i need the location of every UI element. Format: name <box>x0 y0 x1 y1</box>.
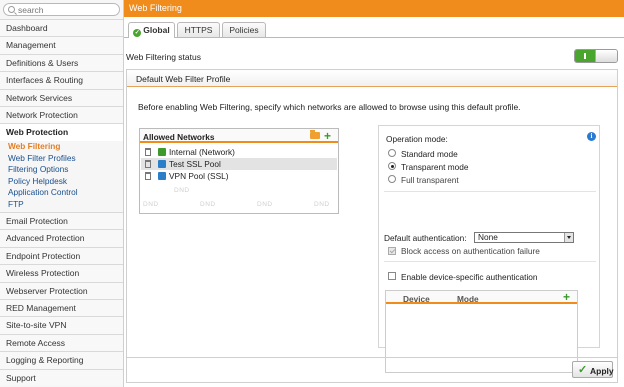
sidebar-item-logging-reporting[interactable]: Logging & Reporting <box>0 351 123 369</box>
trash-icon[interactable] <box>145 160 151 168</box>
device-list-box: Device Mode + <box>385 290 578 373</box>
trash-icon[interactable] <box>145 172 151 180</box>
search-input[interactable] <box>18 5 116 15</box>
divider <box>384 261 596 262</box>
toggle-on-indicator <box>575 50 595 62</box>
tab-policies[interactable]: Policies <box>222 22 266 37</box>
mode-column-header: Mode <box>457 294 479 304</box>
sidebar-item-management[interactable]: Management <box>0 36 123 54</box>
sidebar-item-dashboard[interactable]: Dashboard <box>0 19 123 37</box>
pool-icon <box>158 160 166 168</box>
add-network-icon[interactable]: + <box>324 130 331 142</box>
sidebar-item-wireless-protection[interactable]: Wireless Protection <box>0 264 123 282</box>
sidebar-subitem-policy-helpdesk[interactable]: Policy Helpdesk <box>8 176 67 187</box>
toggle-knob <box>595 50 617 62</box>
drop-zone-label: DND <box>314 201 330 208</box>
sidebar-subitem-ftp[interactable]: FTP <box>8 199 24 210</box>
block-access-checkbox[interactable] <box>388 247 396 255</box>
panel-intro-text: Before enabling Web Filtering, specify w… <box>138 102 521 112</box>
header-bar: Web Filtering <box>124 0 624 17</box>
allowed-networks-box: Allowed Networks + Internal (Network) Te… <box>139 128 339 214</box>
tabs-divider <box>124 37 624 38</box>
allowed-networks-header: Allowed Networks + <box>140 129 338 143</box>
panel-header: Default Web Filter Profile <box>127 70 617 87</box>
default-auth-value: None <box>478 232 498 242</box>
default-auth-select[interactable]: None <box>474 232 574 243</box>
sidebar-item-web-protection[interactable]: Web Protection <box>0 123 123 141</box>
drop-zone-label: DND <box>257 201 273 208</box>
tab-https-label: HTTPS <box>184 25 213 35</box>
status-label: Web Filtering status <box>126 52 201 62</box>
check-circle-icon: ✓ <box>133 29 142 37</box>
footer-divider <box>127 357 617 358</box>
sidebar-item-email-protection[interactable]: Email Protection <box>0 212 123 230</box>
block-access-label: Block access on authentication failure <box>401 246 540 256</box>
sidebar-subitem-web-filter-profiles[interactable]: Web Filter Profiles <box>8 153 76 164</box>
default-auth-label: Default authentication: <box>384 233 467 243</box>
search-icon <box>8 6 15 13</box>
network-label: Internal (Network) <box>169 147 235 157</box>
apply-button[interactable]: ✓ Apply <box>572 361 614 378</box>
tab-https[interactable]: HTTPS <box>177 22 220 37</box>
sidebar-item-support[interactable]: Support <box>0 368 123 386</box>
device-auth-checkbox[interactable] <box>388 272 396 280</box>
tab-policies-label: Policies <box>229 25 259 35</box>
network-label: VPN Pool (SSL) <box>169 171 229 181</box>
radio-full-transparent[interactable] <box>388 175 396 183</box>
sidebar-item-red-management[interactable]: RED Management <box>0 299 123 317</box>
page-title: Web Filtering <box>129 3 182 13</box>
sidebar-item-network-services[interactable]: Network Services <box>0 88 123 106</box>
drop-zone-label: DND <box>174 187 190 194</box>
sidebar-item-endpoint-protection[interactable]: Endpoint Protection <box>0 246 123 265</box>
sidebar-subitem-application-control[interactable]: Application Control <box>8 187 78 198</box>
network-row[interactable]: Test SSL Pool <box>141 158 337 170</box>
radio-transparent-mode[interactable] <box>388 162 396 170</box>
sidebar-item-webserver-protection[interactable]: Webserver Protection <box>0 281 123 299</box>
sidebar-item-network-protection[interactable]: Network Protection <box>0 106 123 124</box>
device-column-header: Device <box>403 294 430 304</box>
add-device-icon[interactable]: + <box>563 291 570 303</box>
sidebar-item-site-to-site-vpn[interactable]: Site-to-site VPN <box>0 316 123 334</box>
apply-label: Apply <box>590 366 614 376</box>
transparent-mode-label: Transparent mode <box>401 162 469 172</box>
sidebar-subitem-web-filtering[interactable]: Web Filtering <box>8 141 60 152</box>
divider <box>384 191 596 192</box>
radio-standard-mode[interactable] <box>388 149 396 157</box>
device-list-header: Device Mode + <box>386 291 577 304</box>
standard-mode-label: Standard mode <box>401 149 458 159</box>
search-box[interactable] <box>3 3 120 16</box>
operation-mode-label: Operation mode: <box>386 134 448 144</box>
folder-icon[interactable] <box>310 130 320 139</box>
chevron-down-icon <box>564 233 573 242</box>
sidebar-subitem-filtering-options[interactable]: Filtering Options <box>8 164 68 175</box>
tab-global-label: Global <box>143 25 170 35</box>
sidebar-item-interfaces-routing[interactable]: Interfaces & Routing <box>0 71 123 89</box>
check-icon: ✓ <box>578 364 588 376</box>
network-label: Test SSL Pool <box>169 159 221 169</box>
panel-title: Default Web Filter Profile <box>136 74 231 84</box>
sidebar: Dashboard Management Definitions & Users… <box>0 0 124 387</box>
operation-options-box: Operation mode: i Standard mode Transpar… <box>378 125 600 373</box>
full-transparent-label: Full transparent <box>401 175 459 185</box>
trash-icon[interactable] <box>145 148 151 156</box>
default-profile-panel: Default Web Filter Profile Before enabli… <box>126 69 618 383</box>
info-icon[interactable]: i <box>587 132 596 141</box>
sidebar-item-remote-access[interactable]: Remote Access <box>0 333 123 352</box>
pool-icon <box>158 172 166 180</box>
drop-zone-label: DND <box>200 201 216 208</box>
network-icon <box>158 148 166 156</box>
allowed-networks-title: Allowed Networks <box>143 132 215 142</box>
sidebar-item-advanced-protection[interactable]: Advanced Protection <box>0 229 123 247</box>
device-auth-label: Enable device-specific authentication <box>401 272 538 282</box>
network-row[interactable]: VPN Pool (SSL) <box>141 170 337 182</box>
drop-zone-label: DND <box>143 201 159 208</box>
sidebar-item-definitions-users[interactable]: Definitions & Users <box>0 53 123 72</box>
status-toggle[interactable] <box>574 49 618 63</box>
network-row[interactable]: Internal (Network) <box>141 146 337 158</box>
tab-global[interactable]: ✓ Global <box>128 22 175 38</box>
